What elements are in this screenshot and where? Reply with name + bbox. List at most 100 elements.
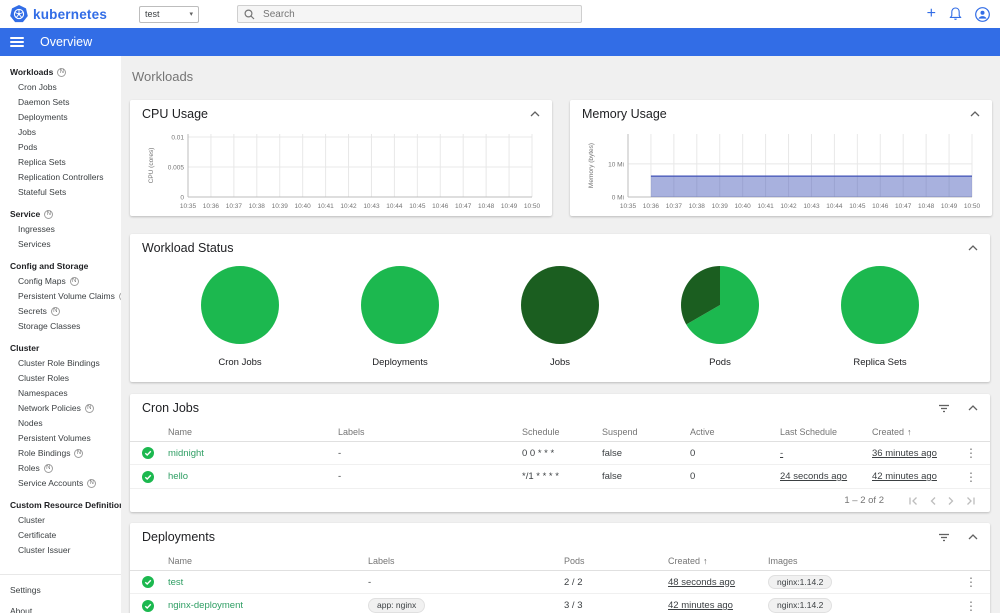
sidebar-item[interactable]: Replica Sets [0, 155, 121, 170]
column-header-images[interactable]: Images [768, 556, 962, 566]
row-menu-icon[interactable]: ⋮ [962, 599, 980, 613]
sidebar-item[interactable]: Cluster [0, 513, 121, 528]
kubernetes-logo[interactable]: kubernetes [10, 5, 107, 23]
cron-jobs-table-body: midnight - 0 0 * * * false 0 - 36 minute… [130, 442, 990, 488]
last-page-button[interactable] [965, 496, 976, 506]
sidebar-item[interactable]: Namespaces [0, 386, 121, 401]
create-resource-button[interactable]: + [927, 6, 936, 22]
sidebar-item[interactable]: Pods [0, 140, 121, 155]
svg-text:10:37: 10:37 [666, 203, 683, 210]
cron-jobs-table-header: Name Labels Schedule Suspend Active Last… [130, 422, 990, 442]
cell-last-schedule: 24 seconds ago [780, 471, 848, 482]
cell-labels: app: nginx [368, 598, 564, 613]
column-header-pods[interactable]: Pods [564, 556, 668, 566]
deployments-table-header: Name Labels Pods Created ↑ Images [130, 551, 990, 571]
svg-text:Memory (bytes): Memory (bytes) [588, 143, 595, 188]
sidebar-item[interactable]: Stateful Sets [0, 185, 121, 200]
sidebar-item[interactable]: Ingresses [0, 222, 121, 237]
svg-text:0.01: 0.01 [171, 135, 184, 142]
sidebar-item[interactable]: Service Accounts N [0, 476, 121, 491]
sidebar-nav-list: Workloads N Cron Jobs Daemon Sets Deploy… [0, 65, 121, 558]
sidebar-item-label: Secrets [18, 306, 47, 316]
filter-icon[interactable] [938, 404, 950, 413]
search-bar[interactable] [237, 5, 583, 23]
sidebar-item[interactable]: Secrets N [0, 304, 121, 319]
sidebar-item[interactable]: Services [0, 237, 121, 252]
pagination: 1 – 2 of 2 [130, 488, 990, 512]
resource-link[interactable]: hello [168, 471, 338, 482]
sidebar-item[interactable]: Deployments [0, 110, 121, 125]
resource-link[interactable]: midnight [168, 448, 338, 459]
sidebar-item[interactable]: Role Bindings N [0, 446, 121, 461]
collapse-icon[interactable] [968, 405, 978, 411]
column-header-created[interactable]: Created ↑ [872, 427, 962, 437]
memory-usage-chart: 10:35 10:36 10:37 10:38 10:39 10:40 10:41 10:42… [588, 134, 980, 210]
workload-status-chart: Jobs [480, 266, 640, 368]
previous-page-button[interactable] [929, 496, 937, 506]
sidebar-item[interactable]: Cluster Roles [0, 371, 121, 386]
sidebar-item-label: Custom Resource Definitions [10, 500, 121, 510]
sidebar-item[interactable]: Cluster Issuer [0, 543, 121, 558]
sidebar-item[interactable]: Cron Jobs [0, 80, 121, 95]
namespace-select[interactable]: test ▾ [139, 5, 200, 23]
sidebar-item[interactable]: Network Policies N [0, 401, 121, 416]
sidebar-item[interactable]: About [0, 601, 121, 613]
menu-hamburger-icon[interactable] [10, 37, 24, 47]
sidebar-item[interactable]: Cluster Role Bindings [0, 356, 121, 371]
sidebar-item[interactable]: Cluster [0, 341, 121, 356]
row-menu-icon[interactable]: ⋮ [962, 446, 980, 460]
sidebar-item-label: Cluster Issuer [18, 545, 71, 555]
sidebar-item[interactable]: Service N [0, 207, 121, 222]
collapse-icon[interactable] [970, 111, 980, 117]
sidebar-item[interactable]: Jobs [0, 125, 121, 140]
column-header-labels[interactable]: Labels [338, 427, 522, 437]
notifications-bell-icon[interactable] [949, 7, 962, 21]
sidebar-item[interactable]: Config and Storage [0, 259, 121, 274]
column-header-created[interactable]: Created ↑ [668, 556, 768, 566]
collapse-icon[interactable] [968, 245, 978, 251]
search-icon [244, 8, 255, 19]
cell-schedule: */1 * * * * [522, 471, 559, 482]
svg-text:10:43: 10:43 [363, 203, 380, 210]
column-header-labels[interactable]: Labels [368, 556, 564, 566]
search-input[interactable] [261, 7, 576, 21]
sidebar-item-label: Certificate [18, 530, 57, 540]
sidebar-item[interactable]: Replication Controllers [0, 170, 121, 185]
first-page-button[interactable] [908, 496, 919, 506]
column-header-last-schedule[interactable]: Last Schedule [780, 427, 872, 437]
namespace-value: test [145, 9, 160, 19]
resource-link[interactable]: test [168, 577, 368, 588]
status-ok-icon [142, 599, 154, 612]
svg-text:10:39: 10:39 [712, 203, 729, 210]
sidebar-item[interactable]: Roles N [0, 461, 121, 476]
next-page-button[interactable] [947, 496, 955, 506]
sidebar-item[interactable]: Storage Classes [0, 319, 121, 334]
sidebar-item[interactable]: Config Maps N [0, 274, 121, 289]
label-chip: - [368, 576, 372, 588]
sidebar-item[interactable]: Nodes [0, 416, 121, 431]
svg-text:10:38: 10:38 [689, 203, 706, 210]
row-menu-icon[interactable]: ⋮ [962, 575, 980, 589]
account-icon[interactable] [975, 6, 990, 22]
resource-link[interactable]: nginx-deployment [168, 600, 368, 611]
deployments-table-body: test - 2 / 2 48 seconds ago nginx:1.14.2… [130, 571, 990, 613]
sidebar-item-label: Cron Jobs [18, 82, 57, 92]
sidebar-item[interactable]: Settings [0, 580, 121, 601]
collapse-icon[interactable] [530, 111, 540, 117]
sidebar-item[interactable]: Custom Resource Definitions [0, 498, 121, 513]
status-ok-icon [142, 447, 154, 459]
workload-status-chart: Deployments [320, 266, 480, 368]
column-header-name[interactable]: Name [168, 427, 338, 437]
column-header-active[interactable]: Active [690, 427, 780, 437]
filter-icon[interactable] [938, 533, 950, 542]
sidebar-item[interactable]: Daemon Sets [0, 95, 121, 110]
row-menu-icon[interactable]: ⋮ [962, 470, 980, 484]
sidebar-item[interactable]: Workloads N [0, 65, 121, 80]
collapse-icon[interactable] [968, 534, 978, 540]
sidebar-item[interactable]: Persistent Volume Claims N [0, 289, 121, 304]
sidebar-item[interactable]: Certificate [0, 528, 121, 543]
sidebar-item[interactable]: Persistent Volumes [0, 431, 121, 446]
column-header-name[interactable]: Name [168, 556, 368, 566]
column-header-suspend[interactable]: Suspend [602, 427, 690, 437]
column-header-schedule[interactable]: Schedule [522, 427, 602, 437]
